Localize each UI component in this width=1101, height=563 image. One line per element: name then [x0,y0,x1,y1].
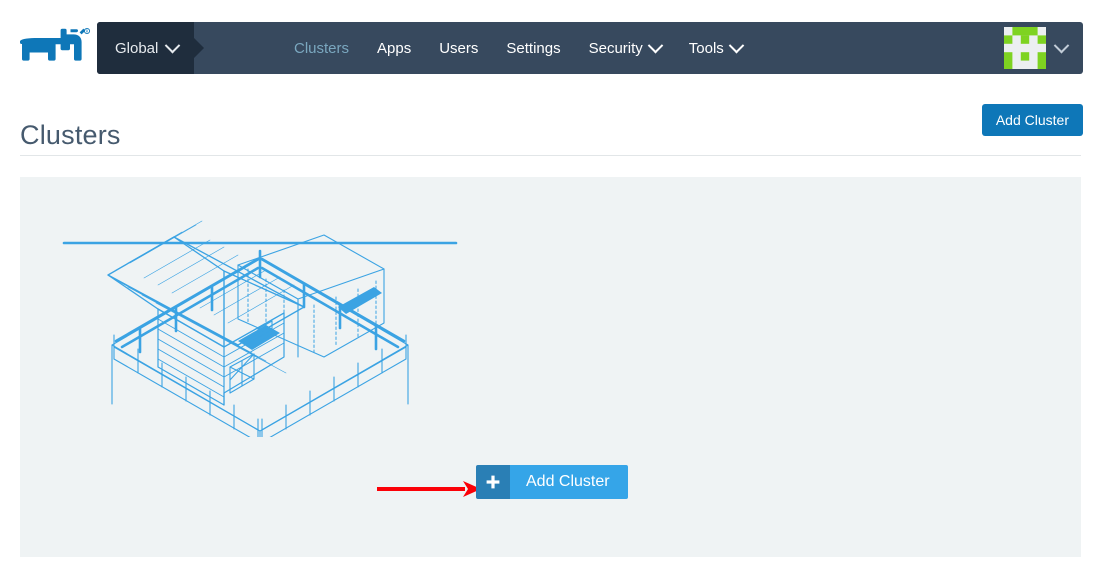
page-title: Clusters [20,120,121,151]
nav-item-clusters[interactable]: Clusters [280,22,363,74]
nav-item-list: Clusters Apps Users Settings Security To… [280,22,756,74]
nav-item-label: Clusters [294,39,350,57]
nav-item-tools[interactable]: Tools [675,22,756,74]
nav-item-label: Settings [506,39,561,57]
rancher-bull-logo[interactable]: R [16,26,92,72]
page-header: Clusters Add Cluster [0,92,1101,156]
nav-item-label: Tools [688,39,724,57]
empty-state-panel: Add Cluster [20,177,1081,557]
add-cluster-button-header[interactable]: Add Cluster [981,104,1083,136]
nav-item-label: Users [439,39,479,57]
nav-item-settings[interactable]: Settings [492,22,574,74]
nav-item-label: Apps [377,39,412,57]
identicon-avatar [1004,27,1046,69]
nav-item-apps[interactable]: Apps [363,22,425,74]
nav-item-security[interactable]: Security [575,22,675,74]
chevron-down-icon [728,37,745,53]
main-navigation-bar: Global Clusters Apps Users Settings Secu… [97,22,1083,74]
header-divider [20,155,1081,156]
context-selector-label: Global [115,39,159,57]
chevron-down-icon [1053,37,1070,53]
empty-state-cta-row: Add Cluster [20,465,1081,515]
chevron-down-icon [165,37,181,53]
add-cluster-button-empty-state[interactable]: Add Cluster [476,465,628,499]
add-cluster-label: Add Cluster [510,465,628,499]
isometric-farm-barn-illustration [52,207,1049,437]
context-selector-arrow-tip [194,38,204,58]
red-arrow-annotation [377,481,481,497]
svg-text:R: R [86,29,89,34]
context-selector-global[interactable]: Global [97,22,195,74]
nav-item-label: Security [588,39,643,57]
plus-icon [476,465,510,499]
top-bar: R Global Clusters Apps Users Settings Se… [0,0,1101,90]
user-menu-button[interactable] [1004,22,1070,74]
nav-item-users[interactable]: Users [425,22,492,74]
chevron-down-icon [647,37,664,53]
